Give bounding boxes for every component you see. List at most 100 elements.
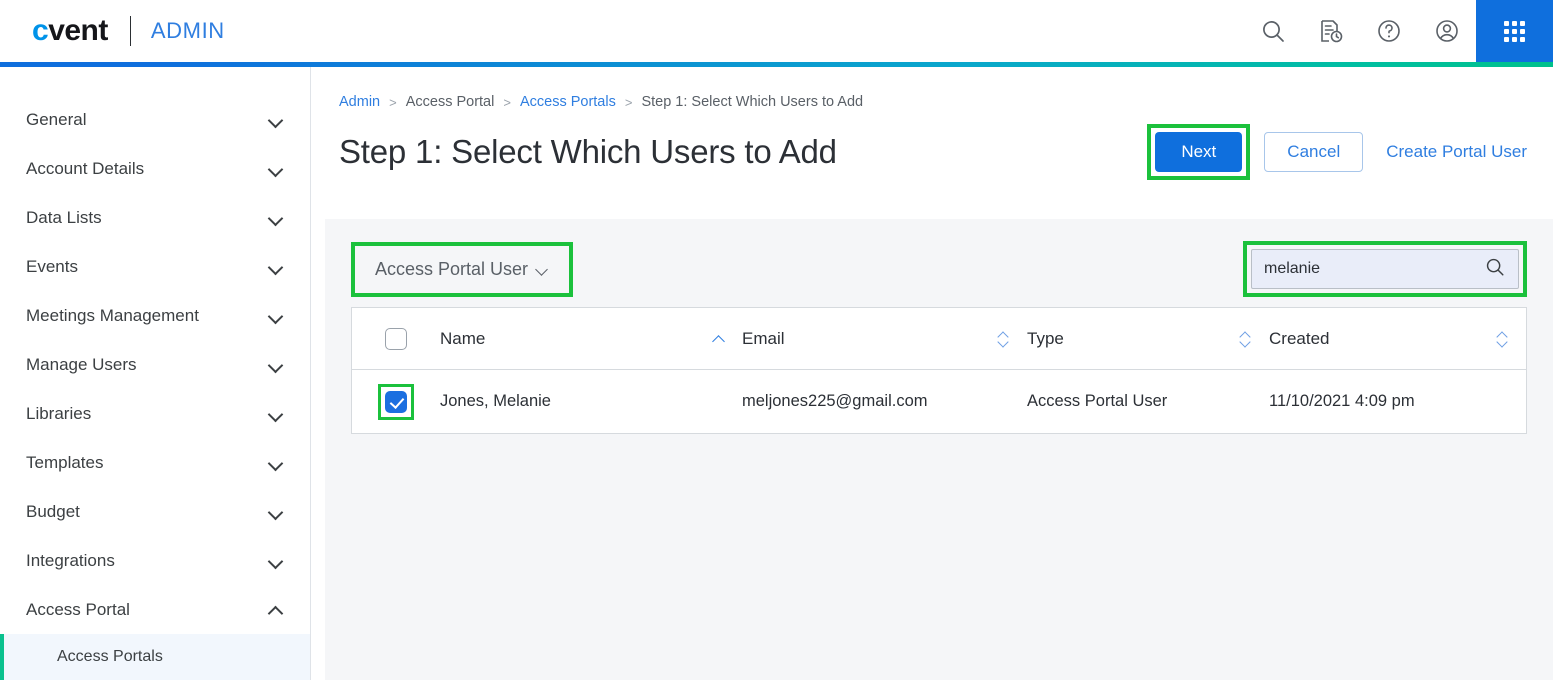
column-header-name[interactable]: Name [440, 329, 742, 349]
row-checkbox[interactable] [385, 390, 407, 413]
user-type-filter-dropdown[interactable]: Access Portal User [359, 250, 565, 289]
top-bar: cvent ADMIN [0, 0, 1553, 62]
page-title: Step 1: Select Which Users to Add [339, 133, 837, 170]
table-row[interactable]: Jones, Melanie meljones225@gmail.com Acc… [352, 370, 1526, 433]
table-header-row: Name Email Type Created [352, 308, 1526, 370]
cell-email: meljones225@gmail.com [742, 392, 928, 410]
next-button[interactable]: Next [1155, 132, 1243, 172]
chevron-down-icon [270, 115, 284, 124]
row-select-cell [352, 383, 440, 420]
chevron-down-icon [270, 213, 284, 222]
user-type-filter-label: Access Portal User [375, 258, 529, 279]
column-header-type[interactable]: Type [1027, 329, 1269, 349]
sort-ascending-icon[interactable] [712, 334, 726, 343]
sidebar-subitem-label: Access Portals [57, 648, 163, 665]
chevron-down-icon [537, 265, 549, 273]
help-icon[interactable] [1360, 0, 1418, 62]
sidebar-item-access-portal[interactable]: Access Portal [0, 585, 310, 634]
chevron-down-icon [270, 164, 284, 173]
column-label: Name [440, 328, 486, 348]
chevron-down-icon [270, 507, 284, 516]
chevron-down-icon [270, 556, 284, 565]
sidebar-item-account-details[interactable]: Account Details [0, 144, 310, 193]
chevron-up-icon [270, 605, 284, 614]
sidebar-subitem-access-portals[interactable]: Access Portals [0, 634, 310, 680]
sidebar-item-label: Budget [26, 501, 80, 521]
breadcrumb-item-access-portals[interactable]: Access Portals [520, 94, 616, 110]
chevron-down-icon [270, 458, 284, 467]
product-name: ADMIN [150, 18, 225, 43]
sidebar-item-label: Account Details [26, 158, 145, 178]
breadcrumb-separator: > [389, 94, 397, 110]
next-button-highlight: Next [1147, 124, 1251, 180]
sidebar-item-label: General [26, 109, 87, 129]
select-all-cell [352, 327, 440, 350]
sidebar-item-libraries[interactable]: Libraries [0, 389, 310, 438]
chevron-down-icon [270, 262, 284, 271]
app-grid-dots [1504, 20, 1525, 42]
users-panel: Access Portal User melanie Name Email Ty… [325, 219, 1553, 680]
sort-unsorted-icon[interactable] [1239, 330, 1253, 348]
sidebar-item-label: Templates [26, 452, 104, 472]
sidebar-item-integrations[interactable]: Integrations [0, 536, 310, 585]
sidebar-item-label: Integrations [26, 550, 115, 570]
logo-c-letter: c [32, 14, 49, 47]
breadcrumb-separator: > [624, 94, 633, 110]
create-portal-user-link[interactable]: Create Portal User [1386, 142, 1527, 162]
sidebar-item-label: Access Portal [26, 599, 130, 619]
sidebar-item-events[interactable]: Events [0, 242, 310, 291]
column-label: Type [1027, 328, 1064, 348]
sidebar-item-manage-users[interactable]: Manage Users [0, 340, 310, 389]
breadcrumb-separator: > [503, 94, 511, 110]
cell-name: Jones, Melanie [440, 392, 551, 410]
column-header-created[interactable]: Created [1269, 329, 1526, 349]
breadcrumb: Admin > Access Portal > Access Portals >… [311, 67, 1553, 110]
sidebar-item-budget[interactable]: Budget [0, 487, 310, 536]
sidebar-item-data-lists[interactable]: Data Lists [0, 193, 310, 242]
app-switcher-icon[interactable] [1476, 0, 1553, 62]
breadcrumb-item-current: Step 1: Select Which Users to Add [641, 94, 864, 110]
page-header-row: Step 1: Select Which Users to Add Next C… [311, 110, 1553, 180]
sidebar-item-label: Events [26, 256, 78, 276]
logo-divider [129, 16, 131, 46]
breadcrumb-item-access-portal: Access Portal [405, 94, 495, 110]
sidebar-item-label: Manage Users [26, 354, 137, 374]
column-label: Email [742, 328, 785, 348]
search-icon[interactable] [1244, 0, 1302, 62]
cancel-button[interactable]: Cancel [1264, 132, 1364, 172]
top-bar-icons [1244, 0, 1553, 62]
chevron-down-icon [270, 311, 284, 320]
select-all-checkbox[interactable] [385, 327, 407, 350]
sort-unsorted-icon[interactable] [1496, 330, 1510, 348]
row-checkbox-highlight [378, 383, 414, 420]
chevron-down-icon [270, 360, 284, 369]
brand-logo[interactable]: cvent ADMIN [0, 16, 225, 46]
sidebar-item-label: Meetings Management [26, 305, 199, 325]
page-actions: Next Cancel Create Portal User [1147, 124, 1527, 180]
sidebar-item-label: Data Lists [26, 207, 102, 227]
search-highlight [1243, 241, 1527, 297]
recent-activity-icon[interactable] [1302, 0, 1360, 62]
logo-rest: vent [48, 14, 108, 47]
cell-type: Access Portal User [1027, 392, 1168, 410]
users-table: Name Email Type Created Jones, Melanie m… [351, 307, 1527, 434]
sidebar-item-templates[interactable]: Templates [0, 438, 310, 487]
search-box[interactable] [1251, 249, 1519, 289]
breadcrumb-item-admin[interactable]: Admin [339, 94, 380, 110]
sidebar-nav: General Account Details Data Lists Event… [0, 67, 311, 680]
sort-unsorted-icon[interactable] [997, 330, 1011, 348]
main-content: Admin > Access Portal > Access Portals >… [311, 67, 1553, 680]
cell-created: 11/10/2021 4:09 pm [1269, 392, 1415, 410]
account-icon[interactable] [1418, 0, 1476, 62]
column-label: Created [1269, 328, 1330, 348]
chevron-down-icon [270, 409, 284, 418]
search-icon[interactable] [1484, 256, 1506, 283]
sidebar-item-meetings-management[interactable]: Meetings Management [0, 291, 310, 340]
sidebar-item-general[interactable]: General [0, 95, 310, 144]
search-input[interactable] [1264, 260, 1484, 278]
sidebar-item-label: Libraries [26, 403, 92, 423]
filter-dropdown-highlight: Access Portal User [351, 241, 574, 297]
panel-toolbar: Access Portal User [351, 241, 1527, 297]
cvent-logo: cvent [32, 16, 108, 46]
column-header-email[interactable]: Email [742, 329, 1027, 349]
